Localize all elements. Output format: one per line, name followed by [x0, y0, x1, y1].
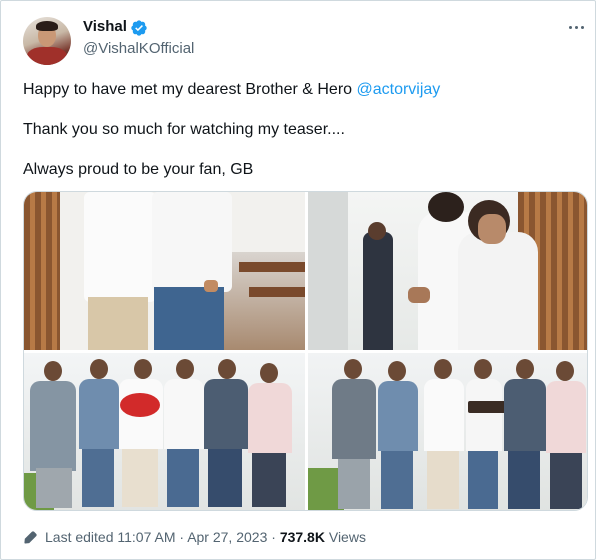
author-handle[interactable]: @VishalKOfficial: [83, 40, 194, 57]
edited-time[interactable]: Last edited 11:07 AM: [45, 529, 176, 545]
mention-link[interactable]: @actorvijay: [356, 81, 440, 98]
media-grid: [23, 191, 588, 511]
views-label: Views: [328, 529, 366, 545]
photo-2[interactable]: [308, 192, 587, 350]
tweet-footer: Last edited 11:07 AM · Apr 27, 2023 · 73…: [45, 529, 366, 545]
views-count: 737.8K: [279, 529, 325, 545]
photo-3[interactable]: [24, 353, 305, 510]
tweet-text-line-3: Always proud to be your fan, GB: [23, 161, 254, 178]
tweet-text-line-1: Happy to have met my dearest Brother & H…: [23, 81, 440, 99]
avatar-shirt: [27, 47, 67, 65]
photo-1[interactable]: [24, 192, 305, 350]
avatar[interactable]: [23, 17, 71, 65]
author-name[interactable]: Vishal: [83, 18, 127, 35]
verified-badge-icon: [131, 20, 147, 36]
photo-4[interactable]: [308, 353, 587, 510]
separator: ·: [179, 529, 185, 545]
separator: ·: [271, 529, 276, 545]
avatar-hair: [36, 21, 58, 31]
pencil-icon: [24, 531, 37, 544]
more-horizontal-icon[interactable]: [567, 19, 587, 35]
tweet-card: Vishal @VishalKOfficial Happy to have me…: [0, 0, 596, 560]
post-date[interactable]: Apr 27, 2023: [187, 529, 267, 545]
tweet-text: Happy to have met my dearest Brother & H…: [23, 81, 357, 98]
tweet-text-line-2: Thank you so much for watching my teaser…: [23, 121, 345, 138]
